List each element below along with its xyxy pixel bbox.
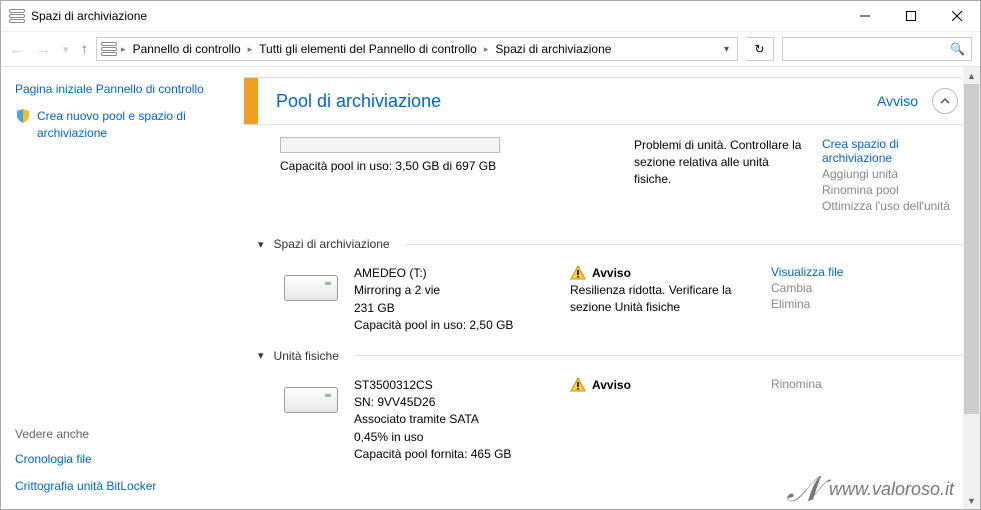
drive-status: Avviso bbox=[592, 377, 631, 394]
forward-button[interactable]: → bbox=[36, 41, 51, 58]
status-stripe bbox=[244, 78, 258, 124]
sidebar-link-create-pool[interactable]: Crea nuovo pool e spazio di archiviazion… bbox=[37, 108, 212, 142]
warning-icon bbox=[570, 377, 586, 393]
crumb-3[interactable]: Spazi di archiviazione bbox=[492, 42, 614, 56]
action-optimize[interactable]: Ottimizza l'uso dell'unità bbox=[822, 199, 962, 213]
recent-dropdown[interactable]: ▾ bbox=[63, 43, 69, 56]
chevron-down-icon: ▾ bbox=[258, 349, 264, 362]
location-icon bbox=[101, 42, 117, 56]
scroll-up[interactable]: ▲ bbox=[963, 67, 980, 84]
action-delete[interactable]: Elimina bbox=[771, 297, 881, 311]
address-dropdown[interactable]: ▾ bbox=[720, 44, 733, 55]
nav-bar: ← → ▾ ↑ ▸ Pannello di controllo ▸ Tutti … bbox=[1, 31, 980, 67]
drive-connection: Associato tramite SATA bbox=[354, 411, 554, 428]
maximize-button[interactable] bbox=[888, 1, 934, 31]
collapse-button[interactable] bbox=[932, 88, 958, 114]
scroll-down[interactable]: ▼ bbox=[963, 492, 980, 509]
sidebar-see-also: Vedere anche bbox=[15, 427, 212, 441]
crumb-sep: ▸ bbox=[121, 44, 126, 55]
section-physical-label: Unità fisiche bbox=[274, 349, 339, 363]
sidebar: Pagina iniziale Pannello di controllo Cr… bbox=[1, 67, 226, 509]
space-item: AMEDEO (T:) Mirroring a 2 vie 231 GB Cap… bbox=[244, 257, 962, 343]
action-create-space[interactable]: Crea spazio di archiviazione bbox=[822, 137, 962, 165]
action-add-drive[interactable]: Aggiungi unità bbox=[822, 167, 962, 181]
drive-usage-pct: 0,45% in uso bbox=[354, 429, 554, 446]
drive-model: ST3500312CS bbox=[354, 377, 554, 394]
action-view-files[interactable]: Visualizza file bbox=[771, 265, 881, 279]
app-icon bbox=[9, 9, 25, 23]
pool-capacity-text: Capacità pool in uso: 3,50 GB di 697 GB bbox=[280, 159, 616, 173]
back-button[interactable]: ← bbox=[9, 41, 24, 58]
pool-title: Pool di archiviazione bbox=[258, 91, 877, 112]
pool-header: Pool di archiviazione Avviso bbox=[244, 77, 962, 125]
space-name: AMEDEO (T:) bbox=[354, 265, 554, 282]
title-bar: Spazi di archiviazione bbox=[1, 1, 980, 31]
refresh-button[interactable]: ↻ bbox=[746, 37, 774, 61]
window-title: Spazi di archiviazione bbox=[31, 9, 842, 23]
chevron-down-icon: ▾ bbox=[258, 238, 264, 251]
scroll-thumb[interactable] bbox=[964, 84, 979, 414]
space-status: Avviso bbox=[592, 265, 631, 282]
address-bar[interactable]: ▸ Pannello di controllo ▸ Tutti gli elem… bbox=[96, 37, 738, 61]
pool-problem-text: Problemi di unità. Controllare la sezion… bbox=[634, 137, 804, 213]
drive-serial: SN: 9VV45D26 bbox=[354, 394, 554, 411]
shield-icon bbox=[15, 108, 31, 124]
pool-usage-bar bbox=[280, 137, 500, 153]
section-spaces[interactable]: ▾ Spazi di archiviazione bbox=[244, 231, 962, 257]
physical-drive-item: ST3500312CS SN: 9VV45D26 Associato trami… bbox=[244, 369, 962, 472]
close-button[interactable] bbox=[934, 1, 980, 31]
crumb-1[interactable]: Pannello di controllo bbox=[130, 42, 244, 56]
drive-capacity: Capacità pool fornita: 465 GB bbox=[354, 446, 554, 463]
space-resiliency: Mirroring a 2 vie bbox=[354, 282, 554, 299]
action-change[interactable]: Cambia bbox=[771, 281, 881, 295]
space-size: 231 GB bbox=[354, 300, 554, 317]
main-content: Pool di archiviazione Avviso Capacità po… bbox=[226, 67, 980, 509]
minimize-button[interactable] bbox=[842, 1, 888, 31]
crumb-2[interactable]: Tutti gli elementi del Pannello di contr… bbox=[256, 42, 480, 56]
sidebar-link-home[interactable]: Pagina iniziale Pannello di controllo bbox=[15, 81, 212, 98]
drive-icon bbox=[284, 387, 338, 413]
section-spaces-label: Spazi di archiviazione bbox=[274, 237, 390, 251]
section-physical[interactable]: ▾ Unità fisiche bbox=[244, 343, 962, 369]
search-box[interactable]: 🔍 bbox=[782, 37, 972, 61]
up-button[interactable]: ↑ bbox=[81, 41, 89, 58]
space-status-detail: Resilienza ridotta. Verificare la sezion… bbox=[570, 282, 755, 316]
action-rename-pool[interactable]: Rinomina pool bbox=[822, 183, 962, 197]
pool-status: Avviso bbox=[877, 93, 932, 109]
warning-icon bbox=[570, 265, 586, 281]
action-rename-drive[interactable]: Rinomina bbox=[771, 377, 881, 391]
sidebar-link-bitlocker[interactable]: Crittografia unità BitLocker bbox=[15, 478, 212, 495]
space-usage: Capacità pool in uso: 2,50 GB bbox=[354, 317, 554, 334]
drive-icon bbox=[284, 275, 338, 301]
sidebar-link-filehistory[interactable]: Cronologia file bbox=[15, 451, 212, 468]
vertical-scrollbar[interactable]: ▲ ▼ bbox=[963, 67, 980, 509]
search-icon: 🔍 bbox=[950, 42, 965, 56]
watermark: 𝒩www.valoroso.it bbox=[786, 471, 954, 507]
